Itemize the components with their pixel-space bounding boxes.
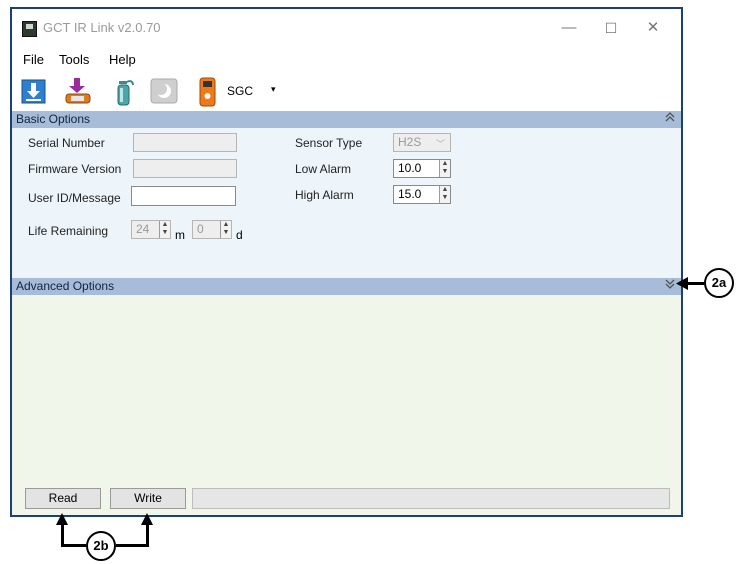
- serial-number-field: [133, 133, 237, 152]
- app-icon: [22, 21, 37, 37]
- spinner-icon[interactable]: ▲ ▼: [220, 221, 231, 238]
- low-alarm-label: Low Alarm: [295, 162, 352, 176]
- firmware-version-field: [133, 159, 237, 178]
- menu-help[interactable]: Help: [109, 52, 136, 67]
- sensor-type-value: H2S: [398, 135, 422, 149]
- life-remaining-label: Life Remaining: [28, 224, 109, 238]
- advanced-options-header[interactable]: Advanced Options: [12, 278, 681, 295]
- months-unit: m: [175, 228, 185, 242]
- gas-cylinder-icon[interactable]: [113, 77, 139, 106]
- chevron-down-icon[interactable]: ▾: [271, 84, 276, 95]
- basic-options-panel: Serial Number Firmware Version User ID/M…: [12, 128, 681, 278]
- low-alarm-stepper[interactable]: 10.0 ▲ ▼: [393, 159, 451, 178]
- advanced-options-panel: [12, 295, 681, 483]
- callout-2a: 2a: [704, 268, 734, 298]
- user-id-field[interactable]: [131, 186, 236, 206]
- toolbar: SGC ▾: [12, 73, 681, 109]
- callout-2b: 2b: [86, 531, 116, 561]
- bottom-bar: Read Write: [12, 483, 681, 515]
- app-window: GCT IR Link v2.0.70 — ☐ ✕ File Tools Hel…: [10, 7, 683, 517]
- life-days-value: 0: [197, 222, 204, 236]
- low-alarm-value: 10.0: [398, 161, 422, 175]
- callout-2b-line: [116, 544, 149, 547]
- serial-number-label: Serial Number: [28, 136, 105, 150]
- maximize-button[interactable]: ☐: [594, 15, 628, 41]
- spinner-icon[interactable]: ▲ ▼: [439, 186, 450, 203]
- advanced-options-title: Advanced Options: [16, 279, 115, 293]
- high-alarm-label: High Alarm: [295, 188, 354, 202]
- gas-detector-icon[interactable]: [197, 77, 223, 107]
- minimize-button[interactable]: —: [552, 15, 586, 41]
- menu-tools[interactable]: Tools: [59, 52, 89, 67]
- title-bar[interactable]: GCT IR Link v2.0.70 — ☐ ✕: [12, 9, 681, 47]
- menu-file[interactable]: File: [23, 52, 44, 67]
- user-id-label: User ID/Message: [28, 191, 121, 205]
- life-days-stepper[interactable]: 0 ▲ ▼: [192, 220, 232, 239]
- read-button[interactable]: Read: [25, 488, 101, 509]
- life-months-stepper[interactable]: 24 ▲ ▼: [131, 220, 171, 239]
- device-select[interactable]: SGC: [227, 84, 253, 98]
- chevron-down-icon: ﹀: [435, 139, 445, 149]
- spinner-icon[interactable]: ▲ ▼: [439, 160, 450, 177]
- sensor-type-select[interactable]: H2S ﹀: [393, 133, 451, 152]
- spinner-icon[interactable]: ▲ ▼: [159, 221, 170, 238]
- callout-2b-line: [61, 544, 86, 547]
- high-alarm-value: 15.0: [398, 187, 422, 201]
- high-alarm-stepper[interactable]: 15.0 ▲ ▼: [393, 185, 451, 204]
- expand-icon[interactable]: [665, 278, 675, 296]
- write-button[interactable]: Write: [110, 488, 186, 509]
- sensor-type-label: Sensor Type: [295, 136, 363, 150]
- collapse-icon[interactable]: [665, 111, 675, 129]
- firmware-version-label: Firmware Version: [28, 162, 122, 176]
- life-months-value: 24: [136, 222, 150, 236]
- days-unit: d: [236, 228, 243, 242]
- basic-options-header[interactable]: Basic Options: [12, 111, 681, 128]
- progress-bar: [192, 488, 670, 509]
- basic-options-title: Basic Options: [16, 112, 91, 126]
- arrow-left-icon: [676, 277, 688, 290]
- upload-icon[interactable]: [63, 77, 91, 105]
- close-button[interactable]: ✕: [636, 15, 670, 41]
- download-icon[interactable]: [21, 77, 47, 105]
- moon-icon[interactable]: [150, 77, 178, 105]
- window-title: GCT IR Link v2.0.70: [43, 20, 161, 35]
- menu-bar: File Tools Help: [12, 47, 681, 69]
